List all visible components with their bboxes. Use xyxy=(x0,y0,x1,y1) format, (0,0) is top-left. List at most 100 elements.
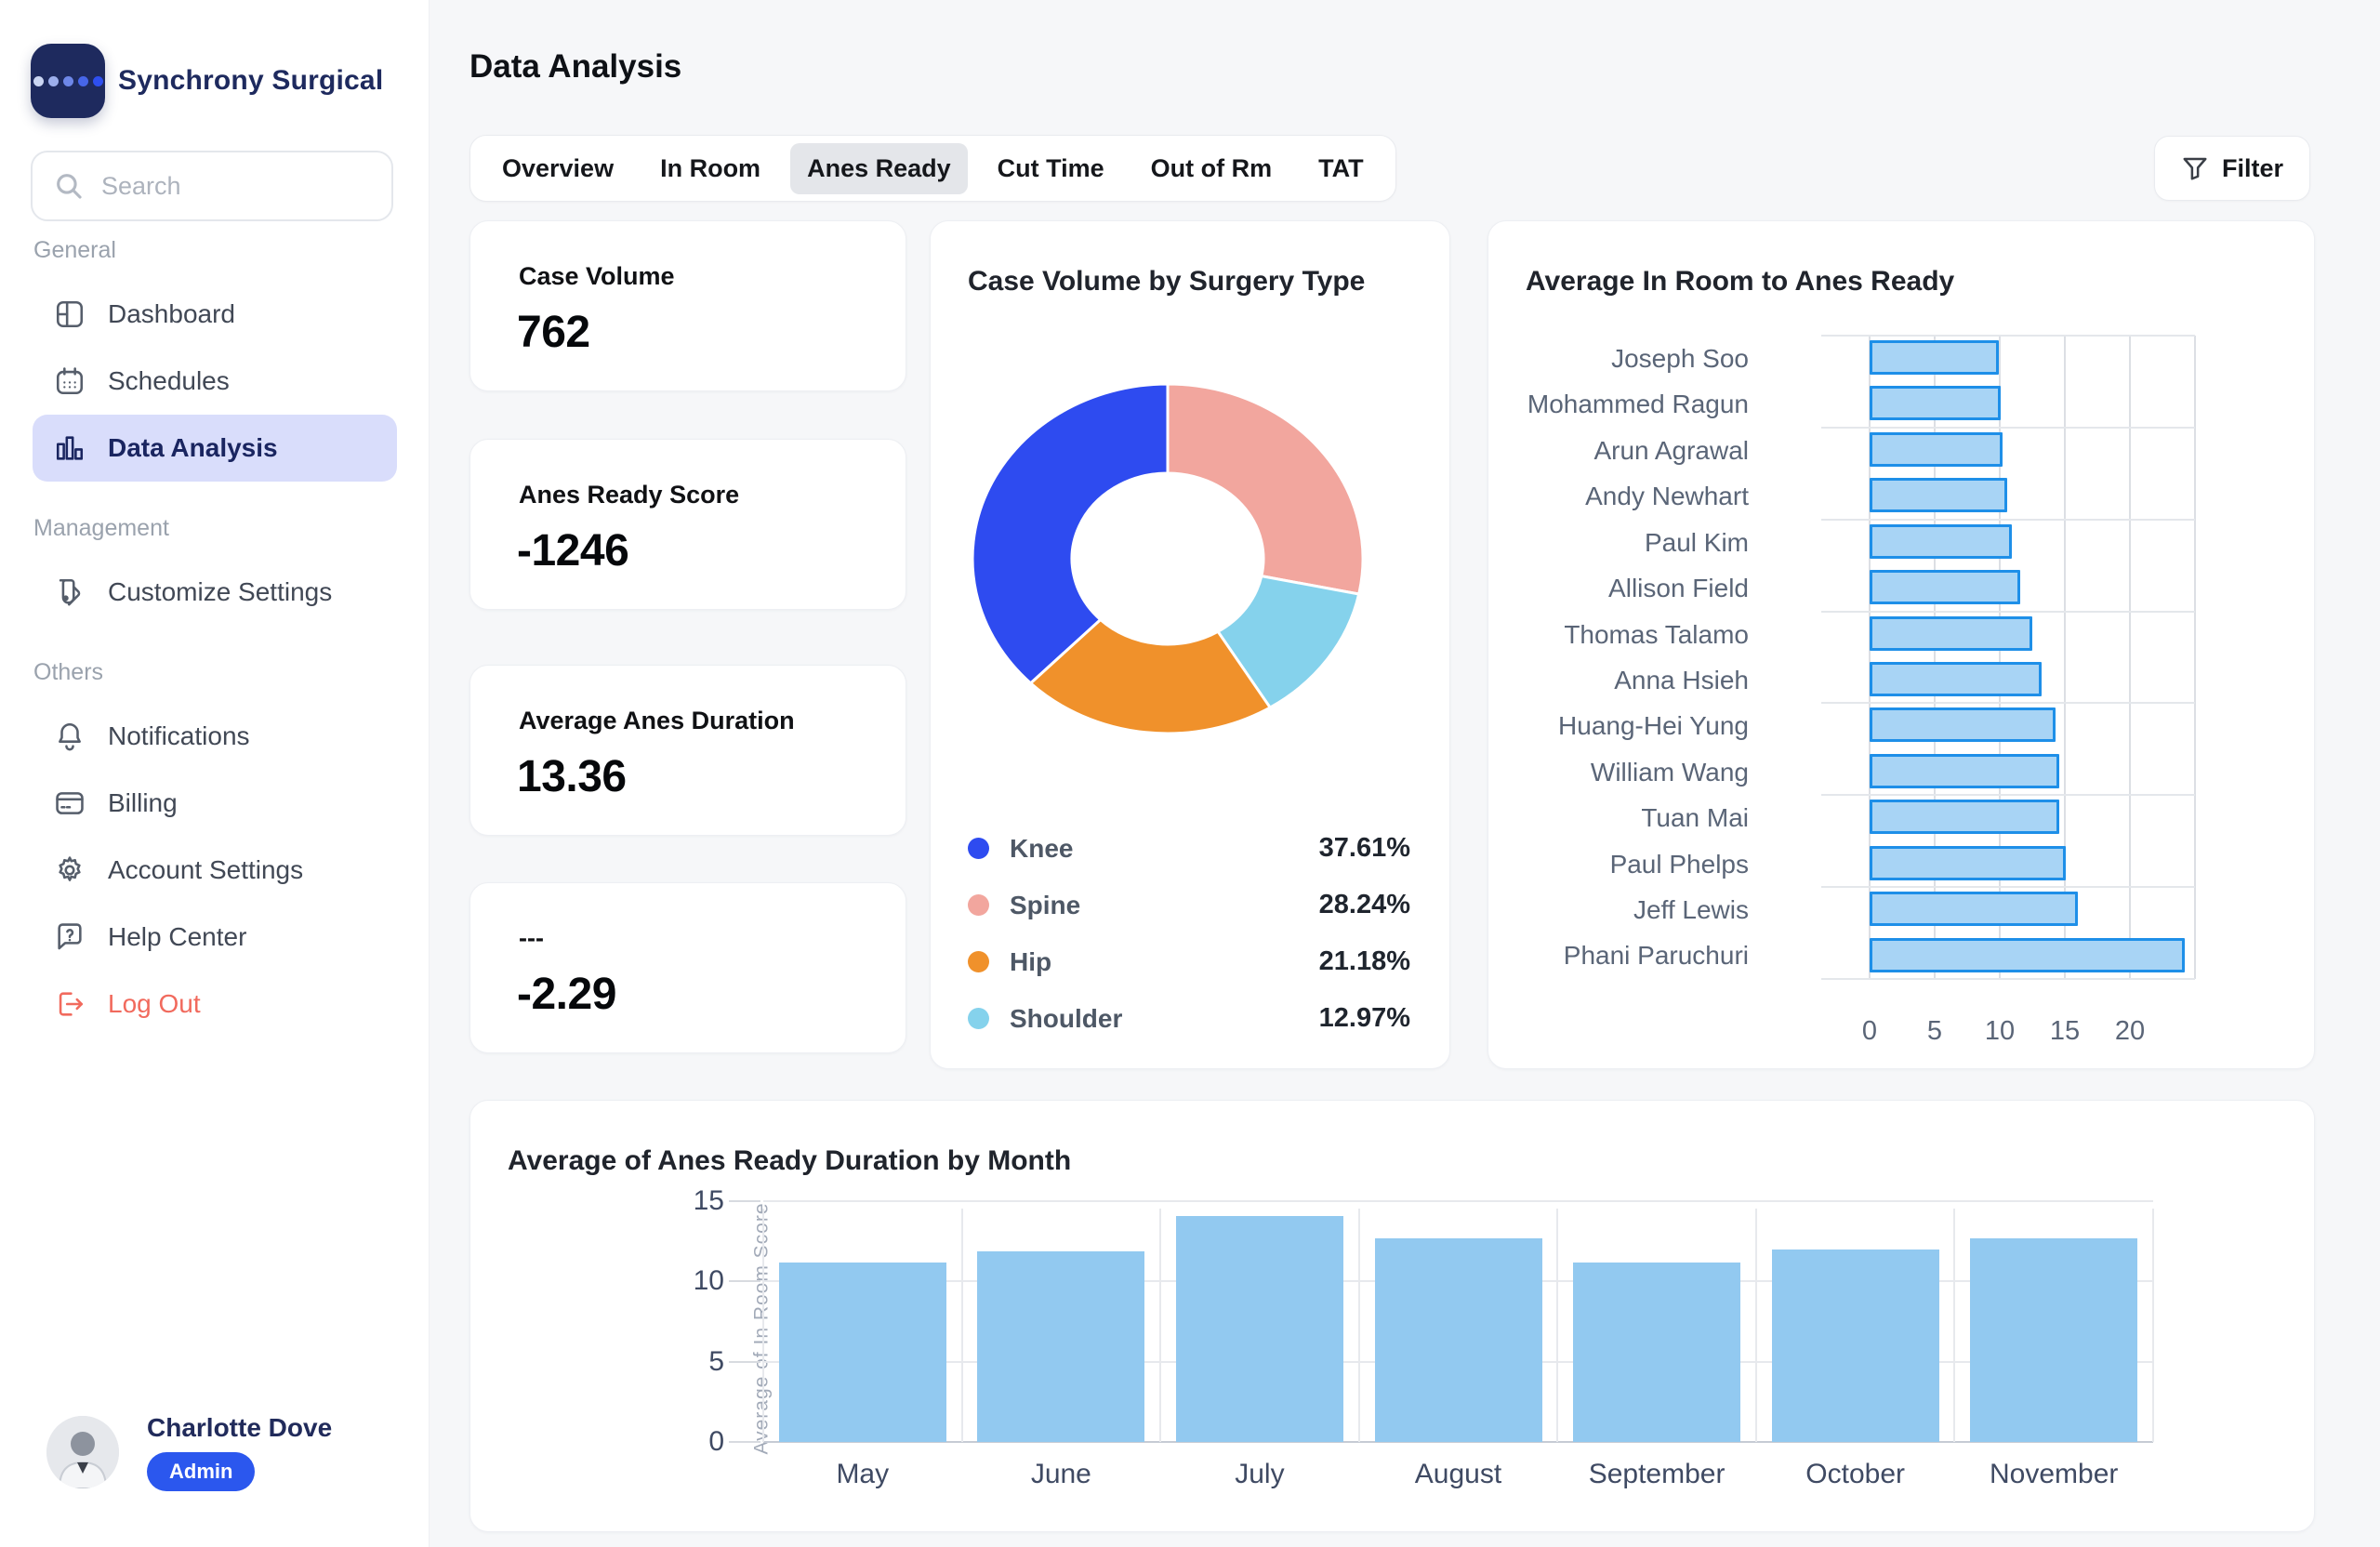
stat-card-label: Anes Ready Score xyxy=(519,481,740,509)
donut-slice-spine xyxy=(1166,384,1365,596)
hbar-x-axis: 0 5 10 15 20 xyxy=(1862,1016,2195,1053)
user-profile[interactable]: Charlotte Dove Admin xyxy=(46,1413,332,1491)
legend-label: Hip xyxy=(1010,946,1052,976)
hbar-x-tick: 0 xyxy=(1861,1016,1878,1046)
avatar xyxy=(46,1416,119,1488)
hbar-plot-area xyxy=(1821,335,2196,981)
hbar-x-tick: 5 xyxy=(1926,1016,1943,1046)
hbar-bar xyxy=(1870,478,2008,513)
legend-label: Knee xyxy=(1010,833,1074,863)
legend-item-hip: Hip 21.18% xyxy=(968,933,1410,990)
user-role-badge: Admin xyxy=(147,1452,256,1491)
stat-card-value: 13.36 xyxy=(517,752,627,801)
month-x-label: May xyxy=(836,1459,890,1489)
sidebar-item-customize-settings[interactable]: Customize Settings xyxy=(33,559,397,626)
month-bar xyxy=(1573,1262,1741,1442)
hbar-bar xyxy=(1870,431,2003,467)
month-chart-card: Average of Anes Ready Duration by Month … xyxy=(469,1100,2315,1532)
search-box[interactable] xyxy=(31,151,393,221)
app-title: Synchrony Surgical xyxy=(118,65,384,96)
sidebar-item-account-settings[interactable]: Account Settings xyxy=(33,837,397,904)
hbar-category: Paul Kim xyxy=(1644,527,1749,557)
hbar-category: Anna Hsieh xyxy=(1614,665,1749,694)
sidebar-item-label: Data Analysis xyxy=(108,433,278,462)
funnel-icon xyxy=(2181,154,2209,182)
sidebar-item-label: Billing xyxy=(108,788,178,817)
legend-value: 21.18% xyxy=(1318,946,1410,976)
sidebar-item-data-analysis[interactable]: Data Analysis xyxy=(33,415,397,482)
hbar-category: Mohammed Ragun xyxy=(1527,390,1749,419)
month-y-tick: 0 xyxy=(708,1426,724,1457)
sidebar-item-dashboard[interactable]: Dashboard xyxy=(33,281,397,348)
tab-cut-time[interactable]: Cut Time xyxy=(981,143,1121,194)
sidebar-item-log-out[interactable]: Log Out xyxy=(33,971,397,1038)
month-chart-y-ticks: 0 5 10 15 xyxy=(638,1101,724,1531)
donut-slice-knee xyxy=(971,384,1170,685)
hbar-x-tick: 20 xyxy=(2114,1016,2146,1046)
month-chart-title: Average of Anes Ready Duration by Month xyxy=(508,1145,1072,1176)
y-tick-mark xyxy=(729,1360,760,1363)
tab-overview[interactable]: Overview xyxy=(485,143,630,194)
stat-card-4: --- -2.29 xyxy=(469,882,906,1053)
tab-tat[interactable]: TAT xyxy=(1302,143,1380,194)
filter-button[interactable]: Filter xyxy=(2153,136,2310,201)
stat-card-2: Anes Ready Score -1246 xyxy=(469,439,906,610)
y-tick-mark xyxy=(729,1441,760,1443)
gridline-vertical xyxy=(762,1209,764,1442)
page-title: Data Analysis xyxy=(469,48,682,85)
legend-item-spine: Spine 28.24% xyxy=(968,877,1410,933)
filter-label: Filter xyxy=(2221,153,2283,182)
sidebar-item-label: Schedules xyxy=(108,366,230,395)
hbar-category-labels: Joseph Soo Mohammed Ragun Arun Agrawal Andy… xyxy=(1507,336,1749,979)
legend-value: 37.61% xyxy=(1318,833,1410,863)
tab-in-room[interactable]: In Room xyxy=(643,143,777,194)
sidebar-item-label: Customize Settings xyxy=(108,577,333,606)
hbar-x-tick: 15 xyxy=(2049,1016,2081,1046)
tab-out-of-rm[interactable]: Out of Rm xyxy=(1134,143,1289,194)
hbar-chart-title: Average In Room to Anes Ready xyxy=(1526,266,1955,297)
gridline-horizontal xyxy=(1821,518,2195,521)
gridline-vertical xyxy=(1556,1209,1559,1442)
legend-dot xyxy=(968,894,989,916)
month-y-tick: 5 xyxy=(708,1345,724,1377)
legend-dot xyxy=(968,1008,989,1029)
hbar-bar xyxy=(1870,937,2185,972)
main-content: Data Analysis Overview In Room Anes Ready C… xyxy=(430,0,2380,1547)
hbar-bar xyxy=(1870,662,2042,696)
sidebar-item-notifications[interactable]: Notifications xyxy=(33,703,397,770)
gear-icon xyxy=(54,854,86,886)
nav-section-label: Others xyxy=(33,659,104,685)
dashboard-icon xyxy=(54,298,86,330)
donut-chart xyxy=(971,384,1365,734)
donut-legend: Knee 37.61% Spine 28.24% Hip 21.18% Shoulder 12… xyxy=(968,820,1410,1047)
sidebar-item-help-center[interactable]: Help Center xyxy=(33,904,397,971)
hbar-category: Phani Paruchuri xyxy=(1563,941,1749,971)
tab-anes-ready[interactable]: Anes Ready xyxy=(790,142,968,194)
month-x-label: October xyxy=(1805,1459,1905,1489)
y-tick-mark xyxy=(729,1280,760,1283)
logout-icon xyxy=(54,988,86,1020)
donut-chart-title: Case Volume by Surgery Type xyxy=(968,266,1366,297)
search-input[interactable] xyxy=(101,171,343,201)
gridline-horizontal xyxy=(1821,702,2195,705)
gridline-vertical xyxy=(960,1209,963,1442)
hbar-bar xyxy=(1870,707,2056,743)
hbar-category: Thomas Talamo xyxy=(1564,619,1749,649)
gridline-vertical xyxy=(2064,336,2066,979)
hbar-bar xyxy=(1870,340,1999,375)
nav-section-label: Management xyxy=(33,515,169,541)
stat-card-label: --- xyxy=(519,924,544,952)
sidebar-item-schedules[interactable]: Schedules xyxy=(33,348,397,415)
gridline-vertical xyxy=(1953,1209,1956,1442)
sidebar-item-label: Dashboard xyxy=(108,299,235,328)
gridline-horizontal xyxy=(1821,886,2195,889)
gridline-vertical xyxy=(1357,1209,1360,1442)
bar-chart-icon xyxy=(54,432,86,464)
sidebar-item-label: Account Settings xyxy=(108,855,304,884)
hbar-bar xyxy=(1870,892,2078,927)
gridline-horizontal xyxy=(1821,426,2195,429)
legend-dot xyxy=(968,838,989,859)
month-x-label: November xyxy=(1990,1459,2119,1489)
legend-label: Shoulder xyxy=(1010,1003,1123,1033)
sidebar-item-billing[interactable]: Billing xyxy=(33,770,397,837)
